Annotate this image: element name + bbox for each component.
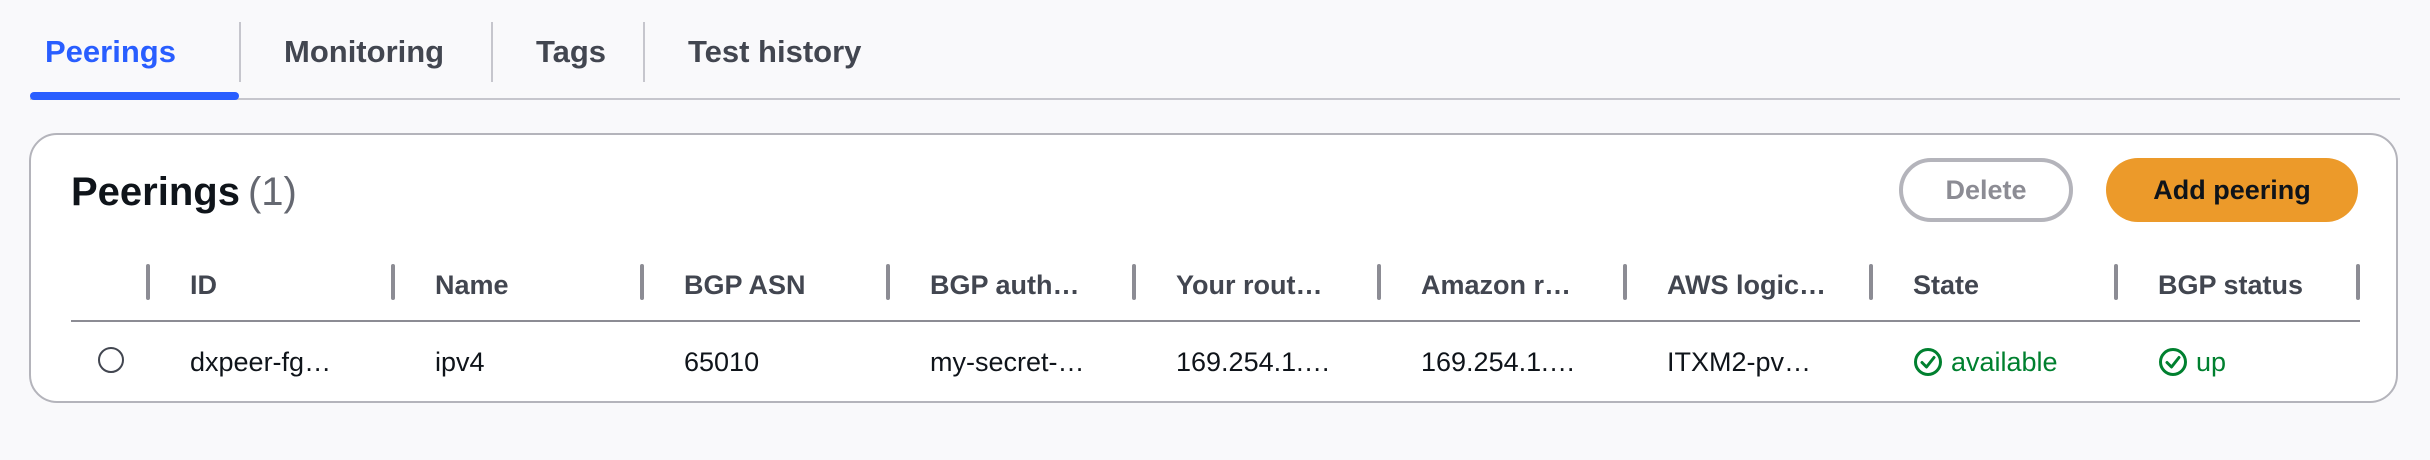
column-header-name[interactable]: Name xyxy=(435,250,509,320)
cell-amazon-router: 169.254.1.… xyxy=(1421,346,1576,377)
column-resizer[interactable] xyxy=(1377,264,1381,300)
column-header-amazon-router[interactable]: Amazon r… xyxy=(1421,250,1571,320)
tab-divider xyxy=(643,22,645,82)
peerings-heading: Peerings (1) xyxy=(71,170,297,215)
column-header-your-router[interactable]: Your rout… xyxy=(1176,250,1322,320)
peerings-container: Peerings (1) Delete Add peering ID Name B… xyxy=(29,133,2398,403)
column-header-aws-logical[interactable]: AWS logic… xyxy=(1667,250,1826,320)
column-resizer[interactable] xyxy=(886,264,890,300)
state-label: available xyxy=(1951,346,2058,377)
column-resizer[interactable] xyxy=(2114,264,2118,300)
cell-bgp-asn: 65010 xyxy=(684,346,760,377)
table-header: ID Name BGP ASN BGP auth… Your rout… Ama… xyxy=(71,250,2360,322)
peerings-table: ID Name BGP ASN BGP auth… Your rout… Ama… xyxy=(71,250,2360,402)
column-header-id[interactable]: ID xyxy=(190,250,217,320)
delete-button[interactable]: Delete xyxy=(1899,158,2073,222)
column-resizer[interactable] xyxy=(2356,264,2360,300)
column-resizer[interactable] xyxy=(1869,264,1873,300)
tab-label: Monitoring xyxy=(284,34,445,69)
check-circle-icon xyxy=(2159,348,2187,376)
tab-label: Test history xyxy=(688,34,862,69)
tab-peerings[interactable]: Peerings xyxy=(45,24,176,80)
tab-list: Peerings Monitoring Tags Test history xyxy=(30,0,2400,100)
check-circle-icon xyxy=(1914,348,1942,376)
active-tab-indicator xyxy=(30,92,239,100)
tab-tags[interactable]: Tags xyxy=(536,24,606,80)
peerings-count: (1) xyxy=(247,170,297,214)
row-select-radio[interactable] xyxy=(98,347,124,373)
peerings-title: Peerings xyxy=(71,170,240,214)
add-peering-button[interactable]: Add peering xyxy=(2106,158,2358,222)
column-header-state[interactable]: State xyxy=(1913,250,1979,320)
column-header-bgp-auth[interactable]: BGP auth… xyxy=(930,250,1080,320)
tab-test-history[interactable]: Test history xyxy=(688,24,861,80)
column-resizer[interactable] xyxy=(1623,264,1627,300)
tab-divider xyxy=(491,22,493,82)
column-resizer[interactable] xyxy=(1132,264,1136,300)
cell-bgp-auth: my-secret-… xyxy=(930,346,1085,377)
tab-label: Peerings xyxy=(45,34,176,69)
column-resizer[interactable] xyxy=(391,264,395,300)
tab-monitoring[interactable]: Monitoring xyxy=(284,24,444,80)
bgp-status-label: up xyxy=(2196,346,2227,377)
cell-state: available xyxy=(1913,322,2058,402)
column-resizer[interactable] xyxy=(146,264,150,300)
column-header-bgp-status[interactable]: BGP status xyxy=(2158,250,2303,320)
cell-id[interactable]: dxpeer-fg… xyxy=(190,322,331,402)
tab-label: Tags xyxy=(536,34,607,69)
table-row[interactable]: dxpeer-fg… ipv4 65010 my-secret-… 169.25… xyxy=(71,322,2360,402)
cell-your-router: 169.254.1.… xyxy=(1176,346,1331,377)
cell-aws-logical: ITXM2-pv… xyxy=(1667,346,1812,377)
cell-name: ipv4 xyxy=(435,346,485,377)
column-header-bgp-asn[interactable]: BGP ASN xyxy=(684,250,806,320)
column-resizer[interactable] xyxy=(640,264,644,300)
cell-bgp-status: up xyxy=(2158,322,2226,402)
tab-divider xyxy=(239,22,241,82)
